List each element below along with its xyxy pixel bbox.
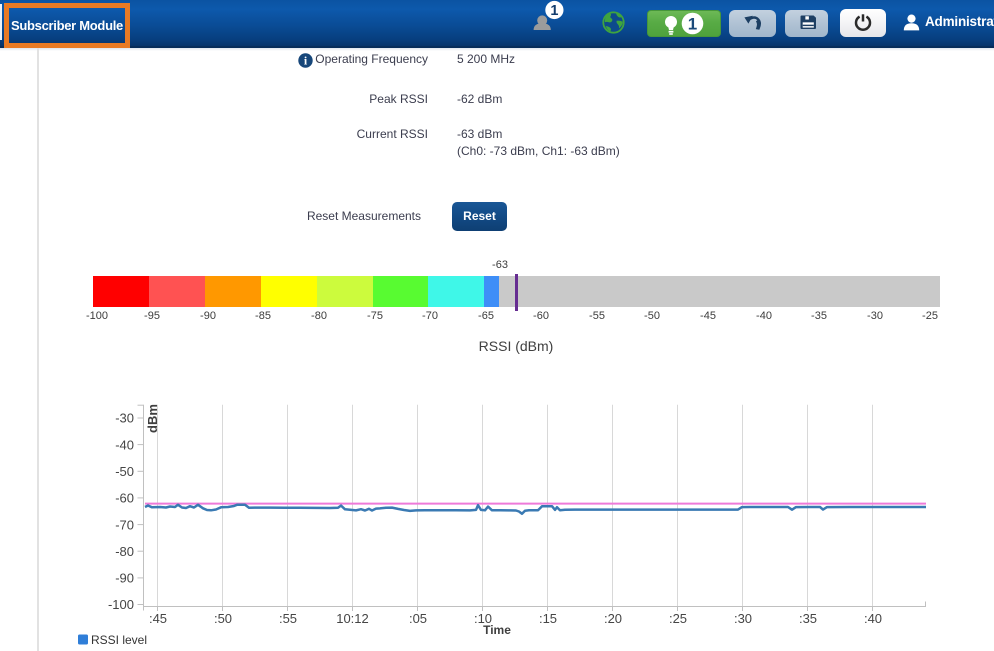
- svg-text:RSSI level: RSSI level: [91, 633, 147, 647]
- svg-text::05: :05: [409, 611, 427, 626]
- svg-text:-40: -40: [115, 437, 134, 452]
- svg-text:-50: -50: [115, 464, 134, 479]
- svg-text::15: :15: [539, 611, 557, 626]
- svg-text::55: :55: [279, 611, 297, 626]
- svg-text:dBm: dBm: [145, 404, 160, 433]
- svg-text:-70: -70: [115, 517, 134, 532]
- svg-text:1: 1: [550, 3, 558, 19]
- svg-text::35: :35: [799, 611, 817, 626]
- svg-text::20: :20: [604, 611, 622, 626]
- svg-text::40: :40: [864, 611, 882, 626]
- svg-text:-60: -60: [115, 491, 134, 506]
- svg-text:-80: -80: [115, 544, 134, 559]
- svg-text:1: 1: [688, 15, 697, 34]
- svg-text::50: :50: [214, 611, 232, 626]
- svg-text::25: :25: [669, 611, 687, 626]
- svg-text::45: :45: [149, 611, 167, 626]
- svg-text:-90: -90: [115, 571, 134, 586]
- svg-text:-30: -30: [115, 411, 134, 426]
- svg-text::30: :30: [734, 611, 752, 626]
- svg-text:Time: Time: [483, 623, 511, 637]
- svg-text:10:12: 10:12: [336, 611, 369, 626]
- svg-text:-100: -100: [108, 597, 134, 612]
